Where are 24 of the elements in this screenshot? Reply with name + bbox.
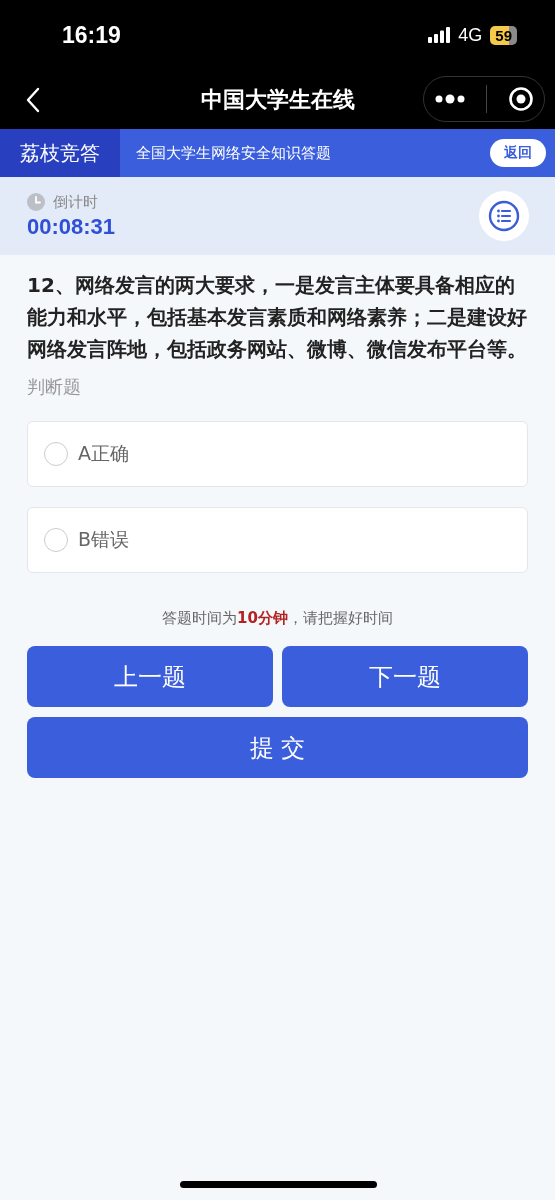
brand-label: 荔枝竞答 [0,129,120,177]
status-time: 16:19 [62,21,121,49]
clock-icon [27,193,45,211]
question-type: 判断题 [27,375,82,399]
answer-option[interactable]: B错误 [27,507,528,573]
next-button[interactable]: 下一题 [282,646,528,707]
countdown-label: 倒计时 [53,192,98,212]
page-title: 中国大学生在线 [200,85,355,114]
previous-button[interactable]: 上一题 [27,646,273,707]
radio-button[interactable] [44,442,68,466]
time-notice: 答题时间为10分钟，请把握好时间 [161,609,394,628]
question-text: 12、网络发言的两大要求，一是发言主体要具备相应的能力和水平，包括基本发言素质和网络素养；二是建设好网络发言阵地，包括政务网站、微博、微信发布平台等。 [27,272,528,363]
answer-option[interactable]: A正确 [27,421,528,487]
return-button[interactable]: 返回 [490,139,546,167]
signal-icon [428,27,451,43]
battery-indicator: 59 [490,25,517,45]
close-icon[interactable] [507,86,534,112]
countdown-time: 00:08:31 [27,213,116,240]
network-label: 4G [458,24,483,46]
submit-button[interactable]: 提 交 [27,717,528,778]
list-button[interactable] [479,191,529,241]
more-icon[interactable] [434,94,465,104]
radio-button[interactable] [44,528,68,552]
quiz-title: 全国大学生网络安全知识答题 [136,143,331,163]
